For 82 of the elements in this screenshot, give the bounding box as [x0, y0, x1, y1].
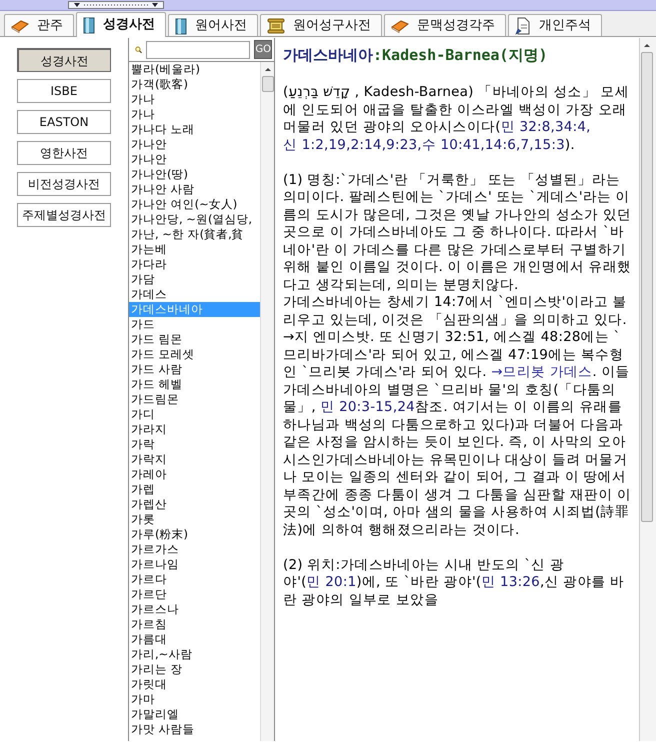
article-paragraph: 가데스바네아는 창세기 14:7에서 `엔미스밧'이라고 불리우고 있는데, 이것은 「심판의샘」을 의미하고 있다. →지 엔미스밧. 또 신명기 32:51, 에스겔 48:28에는 `므리바가데스'라 되어 있고, 에스겔 47:19에는 복수형인 `므리봇 가데스'라 되어 있다. →므리봇 가데스. 이들 가데스바네아의 별명은 `므리바 물'의 호칭(「다툼의물」, 민 20:3-15,24참조. 여기서는 이 이름의 유래를 하나님과 백성의 다툼으로하고 있다)과 더불어 다음과 같은 사정을 암시하는 듯이 보인다. 즉, 이 사막의 오아시스인가데스바네아는 유목민이나 대상이 들려 머물거나 모이는 일종의 센터와 같이 되어, 그 결과 이 땅에서 부족간에 종종 다툼이 생겨 그 다툼을 심판할 재판이 이 곳의 `성소'이며, 아마 샘의 물을 사용하여 시죄법(詩罪法)에 의하여 행해졌으리라는 것이다.: [283, 294, 632, 539]
scrollbar[interactable]: [260, 62, 274, 741]
cross-reference-link[interactable]: →므리봇 가데스: [491, 364, 592, 380]
entry-list-item[interactable]: 가나안(땅): [129, 167, 260, 182]
entry-list-item[interactable]: 가마: [129, 692, 260, 707]
entry-list-item[interactable]: 가레아: [129, 467, 260, 482]
dictionary-button[interactable]: 비전성경사전: [17, 172, 111, 196]
scrollbar[interactable]: [639, 38, 656, 741]
entry-list-item[interactable]: 가렙산: [129, 497, 260, 512]
entry-list-item[interactable]: 가르나임: [129, 557, 260, 572]
entry-list-item[interactable]: 가락지: [129, 452, 260, 467]
scroll-up-arrow-icon[interactable]: [642, 41, 652, 49]
tab[interactable]: 관주: [4, 14, 74, 36]
entry-list-item[interactable]: 가맛 사람들: [129, 722, 260, 737]
book-icon: [391, 18, 409, 32]
verse-reference-link[interactable]: 민 20:3-15,24: [320, 399, 415, 415]
entry-list-item[interactable]: 가르다: [129, 572, 260, 587]
entry-list-item[interactable]: 가르침: [129, 617, 260, 632]
book-icon: [83, 16, 95, 34]
entry-list-item[interactable]: 가다라: [129, 257, 260, 272]
entry-list-item[interactable]: 가객(歌客): [129, 77, 260, 92]
entry-list-item[interactable]: 가난, ~한 자(貧者,貧: [129, 227, 260, 242]
entry-list-item[interactable]: 가리,~사람: [129, 647, 260, 662]
entry-list-item[interactable]: 가드: [129, 317, 260, 332]
document-pen-icon: [515, 16, 531, 34]
verse-reference-link[interactable]: 민 13:26: [481, 574, 540, 590]
entry-list-item[interactable]: 가는베: [129, 242, 260, 257]
dictionary-button[interactable]: 영한사전: [17, 141, 111, 165]
tab[interactable]: 원어성구사전: [260, 14, 382, 36]
article-paragraph: (2) 위치:가데스바네아는 시내 반도의 `신 광야'(민 20:1)에, 또 `바란 광야'(민 13:26,신 광야를 바란 광야의 일부로 보았을: [283, 556, 626, 609]
entry-list-item[interactable]: 가나안 사람: [129, 182, 260, 197]
dictionary-button[interactable]: ISBE: [17, 79, 111, 103]
book-icon: [11, 18, 29, 32]
dictionary-button[interactable]: EASTON: [17, 110, 111, 134]
entry-list-item[interactable]: 가담: [129, 272, 260, 287]
entry-list-item[interactable]: 가드림몬: [129, 392, 260, 407]
verse-reference-link[interactable]: 신 1:2,19,2:14,9:23,: [283, 136, 422, 152]
tab[interactable]: 문맥성경각주: [384, 14, 506, 36]
scroll-up-arrow-icon[interactable]: [263, 65, 273, 73]
entry-list-item[interactable]: 가드 림몬: [129, 332, 260, 347]
verse-reference-link[interactable]: 민 32:8,34:4,: [500, 119, 591, 135]
tab[interactable]: 성경사전: [76, 12, 166, 37]
entry-list-item[interactable]: 가르가스: [129, 542, 260, 557]
entry-list-item[interactable]: 가롯: [129, 512, 260, 527]
dictionary-button[interactable]: 주제별성경사전: [17, 203, 111, 227]
entry-list-item[interactable]: 가말리엘: [129, 707, 260, 722]
entry-list-item[interactable]: 가름대: [129, 632, 260, 647]
entry-list-item[interactable]: 가루(粉末): [129, 527, 260, 542]
entry-title: 가데스바네아:Kadesh-Barnea(지명): [283, 45, 548, 66]
entry-list-item[interactable]: 가르스나: [129, 602, 260, 617]
tab[interactable]: 개인주석: [508, 14, 602, 36]
entry-list-item[interactable]: 가르단: [129, 587, 260, 602]
entry-list-item[interactable]: 가락: [129, 437, 260, 452]
panel-grip-handle[interactable]: [68, 1, 164, 9]
entry-list-item[interactable]: 가나안: [129, 152, 260, 167]
scroll-thumb[interactable]: [262, 76, 274, 92]
entry-list-item[interactable]: 가렙: [129, 482, 260, 497]
entry-list-item[interactable]: 가드 헤벨: [129, 377, 260, 392]
entry-list-item[interactable]: 가디: [129, 407, 260, 422]
verse-reference-link[interactable]: 민 20:1: [306, 574, 356, 590]
entry-list-item[interactable]: 가데스: [129, 287, 260, 302]
tab[interactable]: 원어사전: [168, 14, 258, 36]
entry-list-item[interactable]: 가드 사람: [129, 362, 260, 377]
entry-list-item[interactable]: 가나다 노래: [129, 122, 260, 137]
go-button[interactable]: GO: [254, 40, 272, 59]
entry-list-item[interactable]: 가드 모레셋: [129, 347, 260, 362]
entry-list-item[interactable]: 가나안: [129, 137, 260, 152]
book-icon: [175, 16, 187, 34]
search-field[interactable]: [146, 40, 250, 58]
entry-list-item[interactable]: 가나: [129, 107, 260, 122]
scroll-icon: [267, 18, 285, 34]
entry-list-item[interactable]: 가리는 장: [129, 662, 260, 677]
verse-reference-link[interactable]: 수 10:41,14:6,7,15:3: [422, 136, 565, 152]
entry-list-item[interactable]: 가나안 여인(~女人): [129, 197, 260, 212]
entry-list-item[interactable]: 가라지: [129, 422, 260, 437]
dictionary-button[interactable]: 성경사전: [17, 48, 111, 72]
entry-list-item[interactable]: 가릿대: [129, 677, 260, 692]
entry-list-item[interactable]: 가나: [129, 92, 260, 107]
article-paragraph: (1) 명칭:`가데스'란 「거룩한」 또는 「성별된」라는 의미이다. 팔레스틴에는 `가데스' 또는 `게데스'라는 이름의 도시가 많은데, 그것은 옛날 가나안의 성소가 있던 곳으로 이 가데스바네아도 그 중 하나이다. 따라서 `바네아'란 이 가데스를 다른 많은 가데스로부터 구별하기 위해 붙인 이름일 것이다. 이 이름은 개인명에서 유래했다고 생각되는데, 의미는 분명치않다.: [283, 172, 632, 294]
entry-list-item[interactable]: 뿔라(베울라): [129, 62, 260, 77]
entry-list-item[interactable]: 가나안당, ~원(열심당,: [129, 212, 260, 227]
scroll-thumb[interactable]: [641, 52, 653, 522]
